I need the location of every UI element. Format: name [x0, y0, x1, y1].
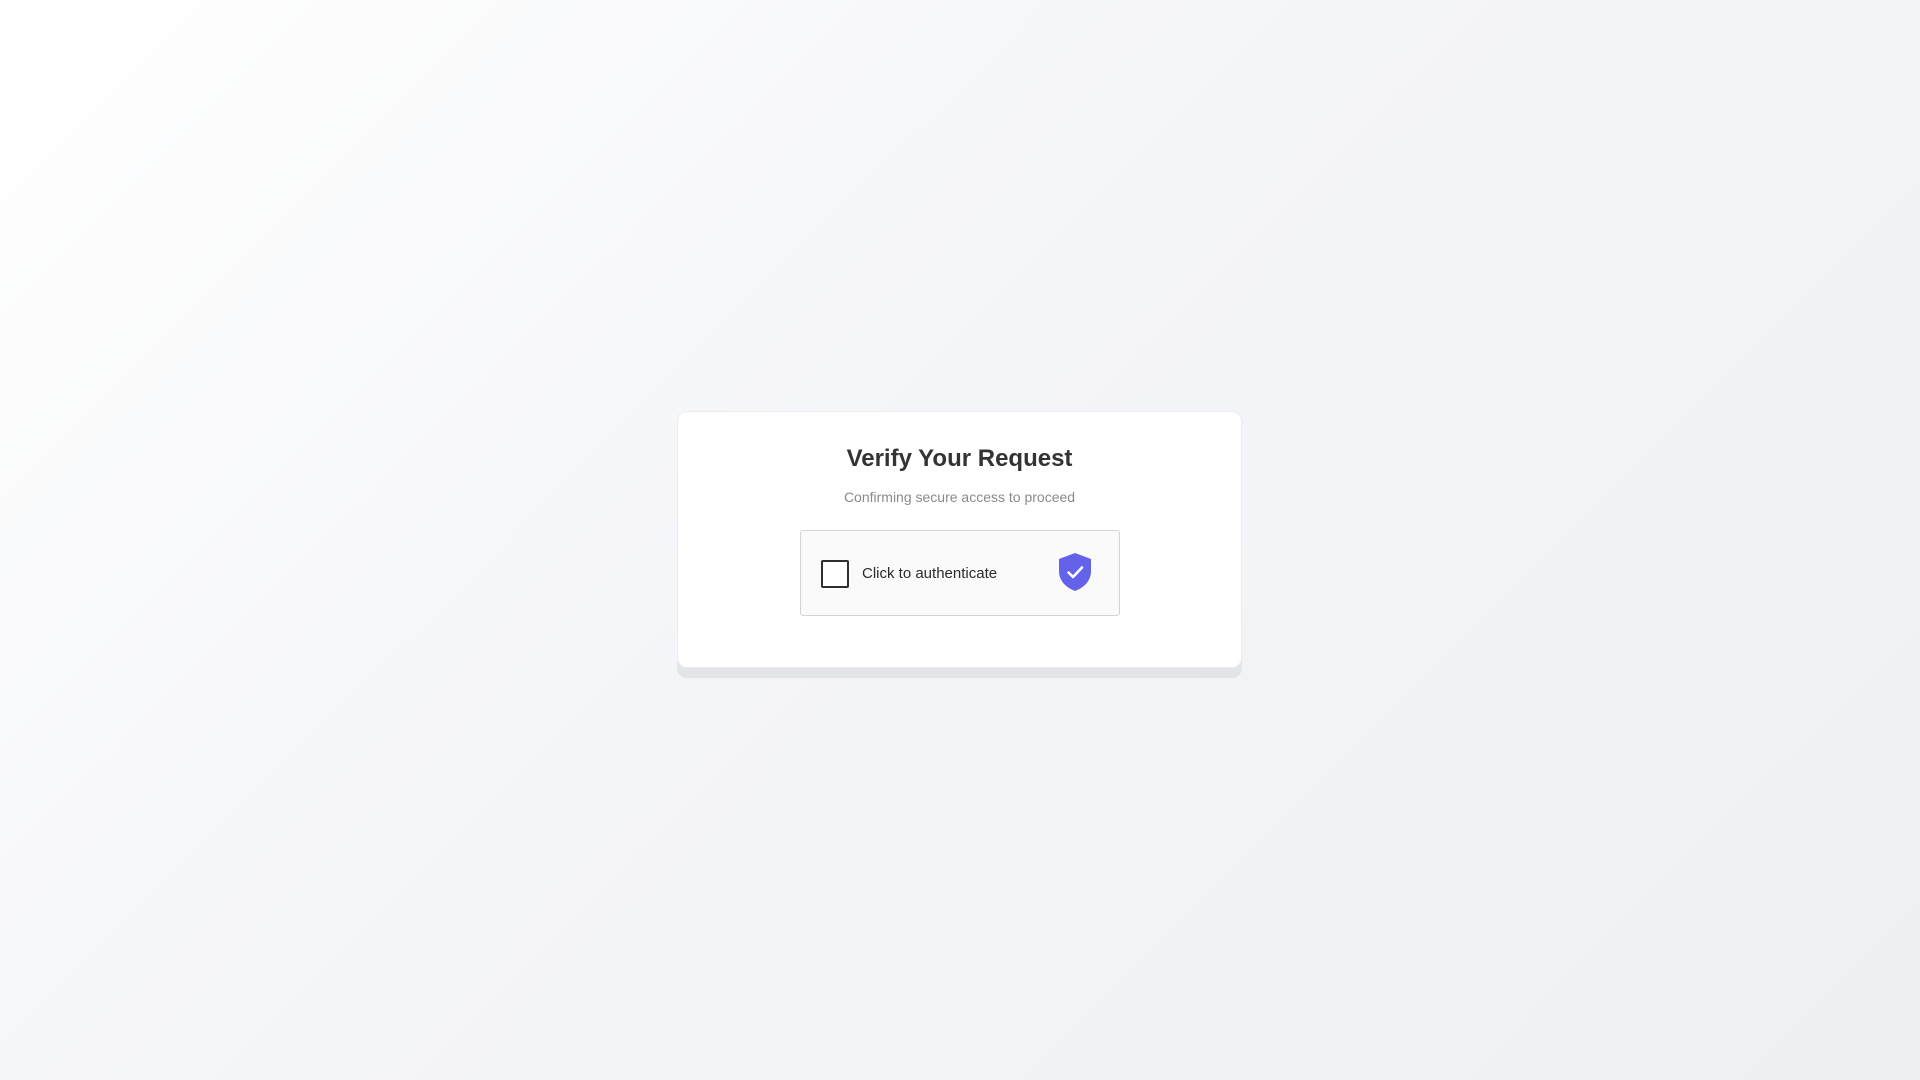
verification-card: Verify Your Request Confirming secure ac… — [677, 411, 1242, 668]
authenticate-label[interactable]: Click to authenticate — [862, 564, 997, 584]
authenticate-checkbox[interactable] — [821, 560, 849, 588]
page-title: Verify Your Request — [846, 445, 1073, 472]
page-subtitle: Confirming secure access to proceed — [843, 489, 1076, 505]
captcha-widget: Click to authenticate — [800, 530, 1120, 616]
shield-check-icon — [1057, 552, 1093, 592]
